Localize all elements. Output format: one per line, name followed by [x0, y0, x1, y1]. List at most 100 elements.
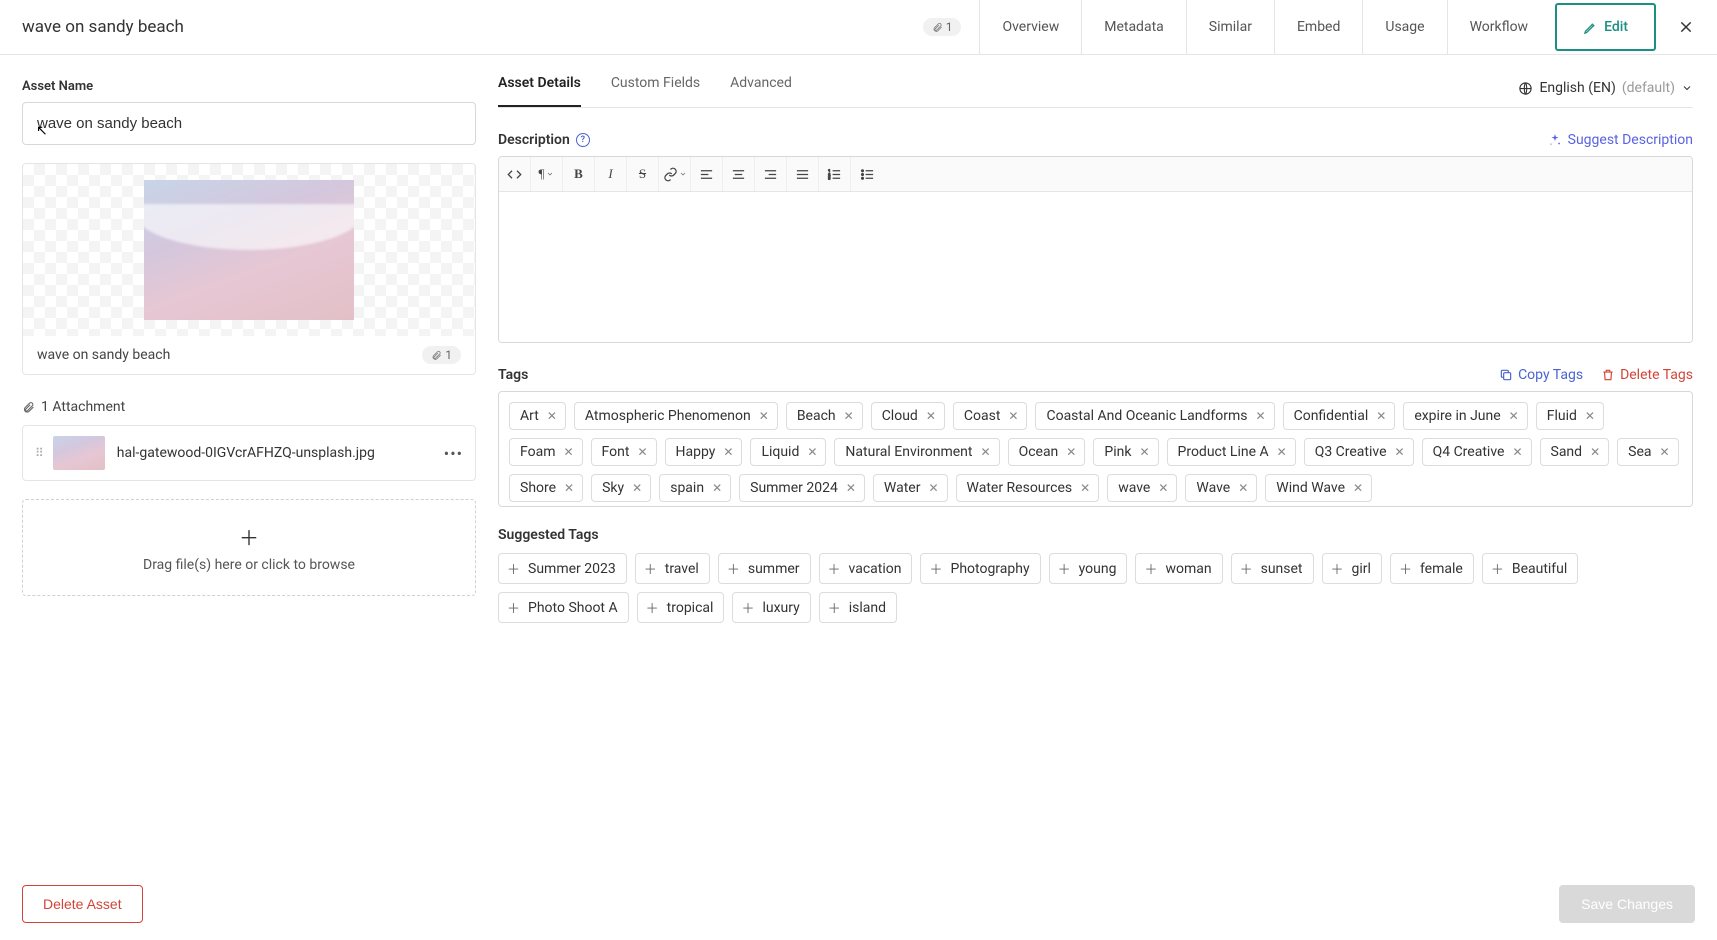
align-left-button[interactable]: [691, 157, 723, 191]
paperclip-icon: [431, 350, 442, 361]
suggested-tag-chip[interactable]: ＋Photo Shoot A: [498, 592, 629, 623]
tag-remove-button[interactable]: ✕: [1277, 445, 1287, 459]
tag-remove-button[interactable]: ✕: [1080, 481, 1090, 495]
delete-tags-button[interactable]: Delete Tags: [1601, 367, 1693, 383]
tag-remove-button[interactable]: ✕: [846, 481, 856, 495]
tag-remove-button[interactable]: ✕: [547, 409, 557, 423]
editor-toolbar: ¶ B I S 123: [499, 157, 1692, 192]
nav-metadata[interactable]: Metadata: [1081, 0, 1186, 54]
tag-chip: Wave✕: [1185, 474, 1257, 502]
tag-remove-button[interactable]: ✕: [1158, 481, 1168, 495]
tag-remove-button[interactable]: ✕: [926, 409, 936, 423]
tag-remove-button[interactable]: ✕: [1008, 409, 1018, 423]
suggested-tag-chip[interactable]: ＋Photography: [920, 553, 1040, 584]
suggest-description-button[interactable]: Suggest Description: [1548, 132, 1693, 148]
suggested-tag-chip[interactable]: ＋Beautiful: [1482, 553, 1578, 584]
suggested-tag-chip[interactable]: ＋ summer: [718, 553, 811, 584]
suggested-tag-chip[interactable]: ＋sunset: [1231, 553, 1314, 584]
tags-container[interactable]: Art✕Atmospheric Phenomenon✕Beach✕Cloud✕C…: [498, 391, 1693, 507]
preview-image-area[interactable]: [23, 164, 475, 336]
tag-remove-button[interactable]: ✕: [1659, 445, 1669, 459]
tag-remove-button[interactable]: ✕: [632, 481, 642, 495]
suggested-tag-label: summer: [748, 561, 800, 577]
tag-remove-button[interactable]: ✕: [1353, 481, 1363, 495]
tag-chip: Wind Wave✕: [1265, 474, 1372, 502]
description-textarea[interactable]: [499, 192, 1692, 342]
tag-label: Natural Environment: [845, 444, 972, 460]
suggested-tag-chip[interactable]: ＋travel: [635, 553, 710, 584]
suggested-tag-chip[interactable]: ＋female: [1390, 553, 1474, 584]
tag-remove-button[interactable]: ✕: [844, 409, 854, 423]
plus-icon: ＋: [727, 559, 740, 578]
right-column: Asset Details Custom Fields Advanced Eng…: [498, 55, 1717, 868]
suggested-tag-chip[interactable]: ＋young: [1049, 553, 1128, 584]
tab-asset-details[interactable]: Asset Details: [498, 75, 581, 107]
tab-advanced[interactable]: Advanced: [730, 75, 792, 107]
tag-remove-button[interactable]: ✕: [1512, 445, 1522, 459]
tag-remove-button[interactable]: ✕: [981, 445, 991, 459]
tag-remove-button[interactable]: ✕: [807, 445, 817, 459]
code-view-button[interactable]: [499, 157, 531, 191]
suggested-tag-chip[interactable]: ＋woman: [1135, 553, 1222, 584]
tag-chip: Natural Environment ✕: [834, 438, 999, 466]
tag-remove-button[interactable]: ✕: [759, 409, 769, 423]
drag-handle-icon[interactable]: ⠿: [35, 446, 41, 460]
tag-label: Pink: [1104, 444, 1131, 460]
asset-name-input[interactable]: [22, 102, 476, 145]
suggested-tag-chip[interactable]: ＋island: [819, 592, 897, 623]
save-changes-button[interactable]: Save Changes: [1559, 885, 1695, 923]
tag-remove-button[interactable]: ✕: [712, 481, 722, 495]
tag-remove-button[interactable]: ✕: [1590, 445, 1600, 459]
tag-remove-button[interactable]: ✕: [1139, 445, 1149, 459]
strikethrough-button[interactable]: S: [627, 157, 659, 191]
upload-dropzone[interactable]: ＋ Drag file(s) here or click to browse: [22, 499, 476, 596]
tag-chip: spain✕: [659, 474, 731, 502]
copy-tags-button[interactable]: Copy Tags: [1499, 367, 1583, 383]
bold-button[interactable]: B: [563, 157, 595, 191]
tag-remove-button[interactable]: ✕: [564, 481, 574, 495]
tag-remove-button[interactable]: ✕: [1509, 409, 1519, 423]
attachment-more-button[interactable]: •••: [444, 444, 463, 463]
link-button[interactable]: [659, 157, 691, 191]
tag-chip: Pink ✕: [1093, 438, 1158, 466]
help-icon[interactable]: ?: [576, 133, 590, 147]
tag-remove-button[interactable]: ✕: [1256, 409, 1266, 423]
tag-remove-button[interactable]: ✕: [1585, 409, 1595, 423]
tag-remove-button[interactable]: ✕: [1066, 445, 1076, 459]
ordered-list-button[interactable]: 123: [819, 157, 851, 191]
tag-remove-button[interactable]: ✕: [723, 445, 733, 459]
plus-icon: ＋: [507, 598, 520, 617]
tag-remove-button[interactable]: ✕: [1395, 445, 1405, 459]
nav-embed[interactable]: Embed: [1274, 0, 1362, 54]
tag-remove-button[interactable]: ✕: [1238, 481, 1248, 495]
tag-remove-button[interactable]: ✕: [928, 481, 938, 495]
tag-label: Water: [884, 480, 921, 496]
align-center-button[interactable]: [723, 157, 755, 191]
nav-edit[interactable]: Edit: [1555, 3, 1656, 51]
tag-label: Font: [602, 444, 630, 460]
nav-similar[interactable]: Similar: [1186, 0, 1274, 54]
nav-overview[interactable]: Overview: [979, 0, 1081, 54]
suggested-tag-chip[interactable]: ＋tropical: [637, 592, 725, 623]
nav-usage[interactable]: Usage: [1362, 0, 1446, 54]
tag-remove-button[interactable]: ✕: [1376, 409, 1386, 423]
close-button[interactable]: [1661, 19, 1711, 35]
align-right-button[interactable]: [755, 157, 787, 191]
tab-custom-fields[interactable]: Custom Fields: [611, 75, 700, 107]
suggested-tag-chip[interactable]: ＋vacation: [819, 553, 913, 584]
tag-remove-button[interactable]: ✕: [637, 445, 647, 459]
align-justify-button[interactable]: [787, 157, 819, 191]
tag-remove-button[interactable]: ✕: [563, 445, 573, 459]
paragraph-button[interactable]: ¶: [531, 157, 563, 191]
italic-button[interactable]: I: [595, 157, 627, 191]
tag-chip: wave✕: [1107, 474, 1177, 502]
unordered-list-button[interactable]: [851, 157, 883, 191]
plus-icon: ＋: [646, 598, 659, 617]
suggested-tag-chip[interactable]: ＋Summer 2023: [498, 553, 627, 584]
suggested-tag-chip[interactable]: ＋luxury: [732, 592, 810, 623]
delete-asset-button[interactable]: Delete Asset: [22, 885, 143, 923]
language-selector[interactable]: English (EN) (default): [1518, 80, 1693, 102]
nav-workflow[interactable]: Workflow: [1447, 0, 1551, 54]
tag-label: Art: [520, 408, 539, 424]
suggested-tag-chip[interactable]: ＋girl: [1322, 553, 1382, 584]
